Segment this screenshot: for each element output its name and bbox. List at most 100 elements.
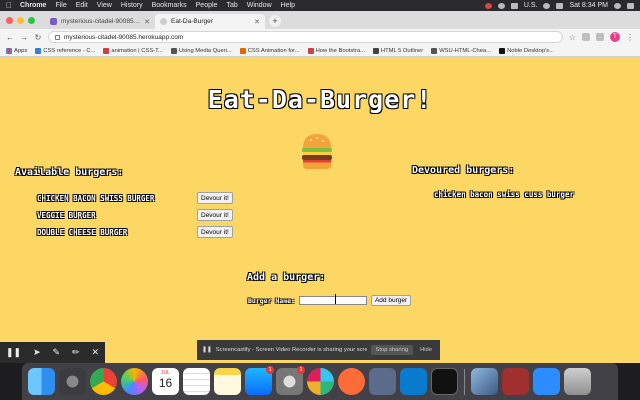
bookmark-media-queries[interactable]: Using Media Queri... [170, 47, 232, 54]
menu-help[interactable]: Help [281, 2, 295, 9]
menubar-status-area: U.S. Sat 8:34 PM [484, 2, 634, 9]
bookmark-css-animation[interactable]: CSS Animation for... [239, 47, 300, 54]
screencastify-extension-icon[interactable] [596, 33, 604, 41]
bookmark-noble-desktop[interactable]: Noble Desktop's... [499, 47, 554, 54]
close-toolbar-icon[interactable]: ✕ [91, 347, 99, 358]
more-menu-icon[interactable]: ⋮ [626, 33, 634, 42]
bookmark-css-tricks-animation[interactable]: animation | CSS-T... [103, 47, 163, 54]
forward-arrow-icon[interactable]: → [20, 33, 28, 42]
tab-title: mysterious-citadel-90085 · 8e [61, 18, 141, 25]
new-tab-button[interactable]: + [269, 15, 281, 27]
finder-icon[interactable] [28, 368, 55, 395]
menu-app-name[interactable]: Chrome [20, 2, 46, 9]
devour-button[interactable]: Devour it! [197, 209, 233, 221]
list-item: CHICKEN BACON SWISS BURGER Devour it! [37, 191, 233, 205]
input-source-label[interactable]: U.S. [524, 2, 538, 9]
stop-sharing-button[interactable]: Stop sharing [370, 345, 414, 355]
page-content: Eat-Da-Burger! Available burgers: Devour… [0, 57, 640, 363]
tab-eat-da-burger[interactable]: Eat-Da-Burger ✕ [155, 14, 265, 29]
burger-name-input[interactable] [298, 296, 367, 305]
menu-file[interactable]: File [55, 2, 66, 9]
zoom-window-button[interactable] [28, 16, 35, 24]
postman-icon[interactable] [338, 368, 365, 395]
launchpad-icon[interactable] [59, 368, 86, 395]
menu-window[interactable]: Window [247, 2, 272, 9]
bookmark-wsu-html[interactable]: WSU-HTML-Chea... [431, 47, 491, 54]
bookmark-label: Apps [14, 47, 28, 54]
slack-icon[interactable] [307, 368, 334, 395]
battery-status-icon[interactable] [510, 2, 518, 9]
bookmark-apps[interactable]: Apps [6, 47, 28, 54]
css-reference-icon [35, 47, 42, 54]
bootstrap-icon [307, 47, 314, 54]
notification-center-icon[interactable] [627, 2, 634, 9]
menu-people[interactable]: People [196, 2, 218, 9]
menu-bookmarks[interactable]: Bookmarks [152, 2, 187, 9]
app-store-icon[interactable]: 1 [245, 366, 274, 395]
screencastify-toolbar: ❚❚ ➤ ✎ ✏ ✕ [0, 342, 105, 363]
tab-close-icon[interactable]: ✕ [144, 18, 150, 26]
wifi-status-icon[interactable] [543, 2, 551, 9]
address-bar[interactable]: mysterious-citadel-90085.herokuapp.com [48, 31, 563, 43]
pointer-tool-icon[interactable]: ➤ [33, 347, 41, 358]
tab-heroku-dashboard[interactable]: mysterious-citadel-90085 · 8e ✕ [45, 14, 155, 29]
pause-icon[interactable]: ❚❚ [6, 347, 21, 358]
reminders-icon[interactable] [183, 368, 210, 395]
highlighter-tool-icon[interactable]: ✏ [72, 347, 80, 358]
macos-menu-bar:  Chrome File Edit View History Bookmark… [0, 0, 640, 11]
tab-close-icon[interactable]: ✕ [254, 18, 260, 26]
system-preferences-icon[interactable]: 1 [276, 366, 305, 395]
bookmark-html5-outliner[interactable]: HTML 5 Outliner [372, 47, 423, 54]
menu-edit[interactable]: Edit [76, 2, 88, 9]
menu-view[interactable]: View [97, 2, 112, 9]
page-title: Eat-Da-Burger! [207, 85, 433, 114]
photos-icon[interactable] [121, 368, 148, 395]
calendar-icon[interactable]: JUL 16 [152, 368, 179, 395]
address-url: mysterious-citadel-90085.herokuapp.com [64, 33, 184, 41]
terminal-icon[interactable] [431, 368, 458, 395]
noble-icon [499, 47, 506, 54]
burger-icon [302, 134, 332, 169]
reload-icon[interactable]: ↻ [34, 33, 42, 42]
burger-name-label: Burger Name: [248, 296, 295, 305]
bookmark-label: CSS reference - C... [43, 47, 96, 54]
dropbox-status-icon[interactable] [497, 2, 505, 9]
devour-button[interactable]: Devour it! [197, 192, 233, 204]
hide-banner-button[interactable]: Hide [417, 345, 435, 355]
notes-icon[interactable] [214, 368, 241, 395]
git-icon[interactable] [369, 368, 396, 395]
chrome-icon[interactable] [90, 368, 117, 395]
add-burger-heading: Add a burger: [247, 272, 326, 283]
profile-avatar[interactable]: T [610, 32, 620, 42]
menubar-clock[interactable]: Sat 8:34 PM [569, 2, 608, 9]
menu-tab[interactable]: Tab [226, 2, 237, 9]
minimize-window-button[interactable] [17, 16, 24, 24]
dictionary-icon[interactable] [502, 368, 529, 395]
menu-history[interactable]: History [121, 2, 143, 9]
devoured-burger-item: chicken bacon swiss cuss burger [434, 190, 574, 199]
bookmark-bootstrap[interactable]: How the Bootstra... [307, 47, 365, 54]
preview-icon[interactable] [471, 368, 498, 395]
add-burger-button[interactable]: Add burger [370, 295, 412, 306]
bookmark-css-reference[interactable]: CSS reference - C... [35, 47, 96, 54]
spotlight-search-icon[interactable] [614, 2, 621, 9]
trash-icon[interactable] [564, 368, 591, 395]
devoured-burgers-heading: Devoured burgers: [412, 165, 515, 176]
pen-tool-icon[interactable]: ✎ [52, 347, 60, 358]
bookmarks-bar: Apps CSS reference - C... animation | CS… [0, 45, 640, 57]
apple-menu-icon[interactable]:  [6, 1, 12, 10]
text-cursor-icon [335, 294, 337, 304]
css-tricks-icon [103, 47, 110, 54]
volume-status-icon[interactable] [556, 2, 564, 9]
devour-button[interactable]: Devour it! [197, 226, 233, 238]
recording-status-icon[interactable] [484, 2, 492, 9]
zoom-icon[interactable] [533, 368, 560, 395]
bookmark-star-icon[interactable]: ☆ [569, 33, 576, 42]
vscode-icon[interactable] [400, 368, 427, 395]
close-window-button[interactable] [6, 16, 13, 24]
extension-icon[interactable] [582, 33, 590, 41]
bookmark-label: Noble Desktop's... [507, 47, 554, 54]
back-arrow-icon[interactable]: ← [6, 33, 14, 42]
list-item: DOUBLE CHEESE BURGER Devour it! [37, 225, 233, 239]
lock-icon[interactable] [55, 34, 60, 40]
